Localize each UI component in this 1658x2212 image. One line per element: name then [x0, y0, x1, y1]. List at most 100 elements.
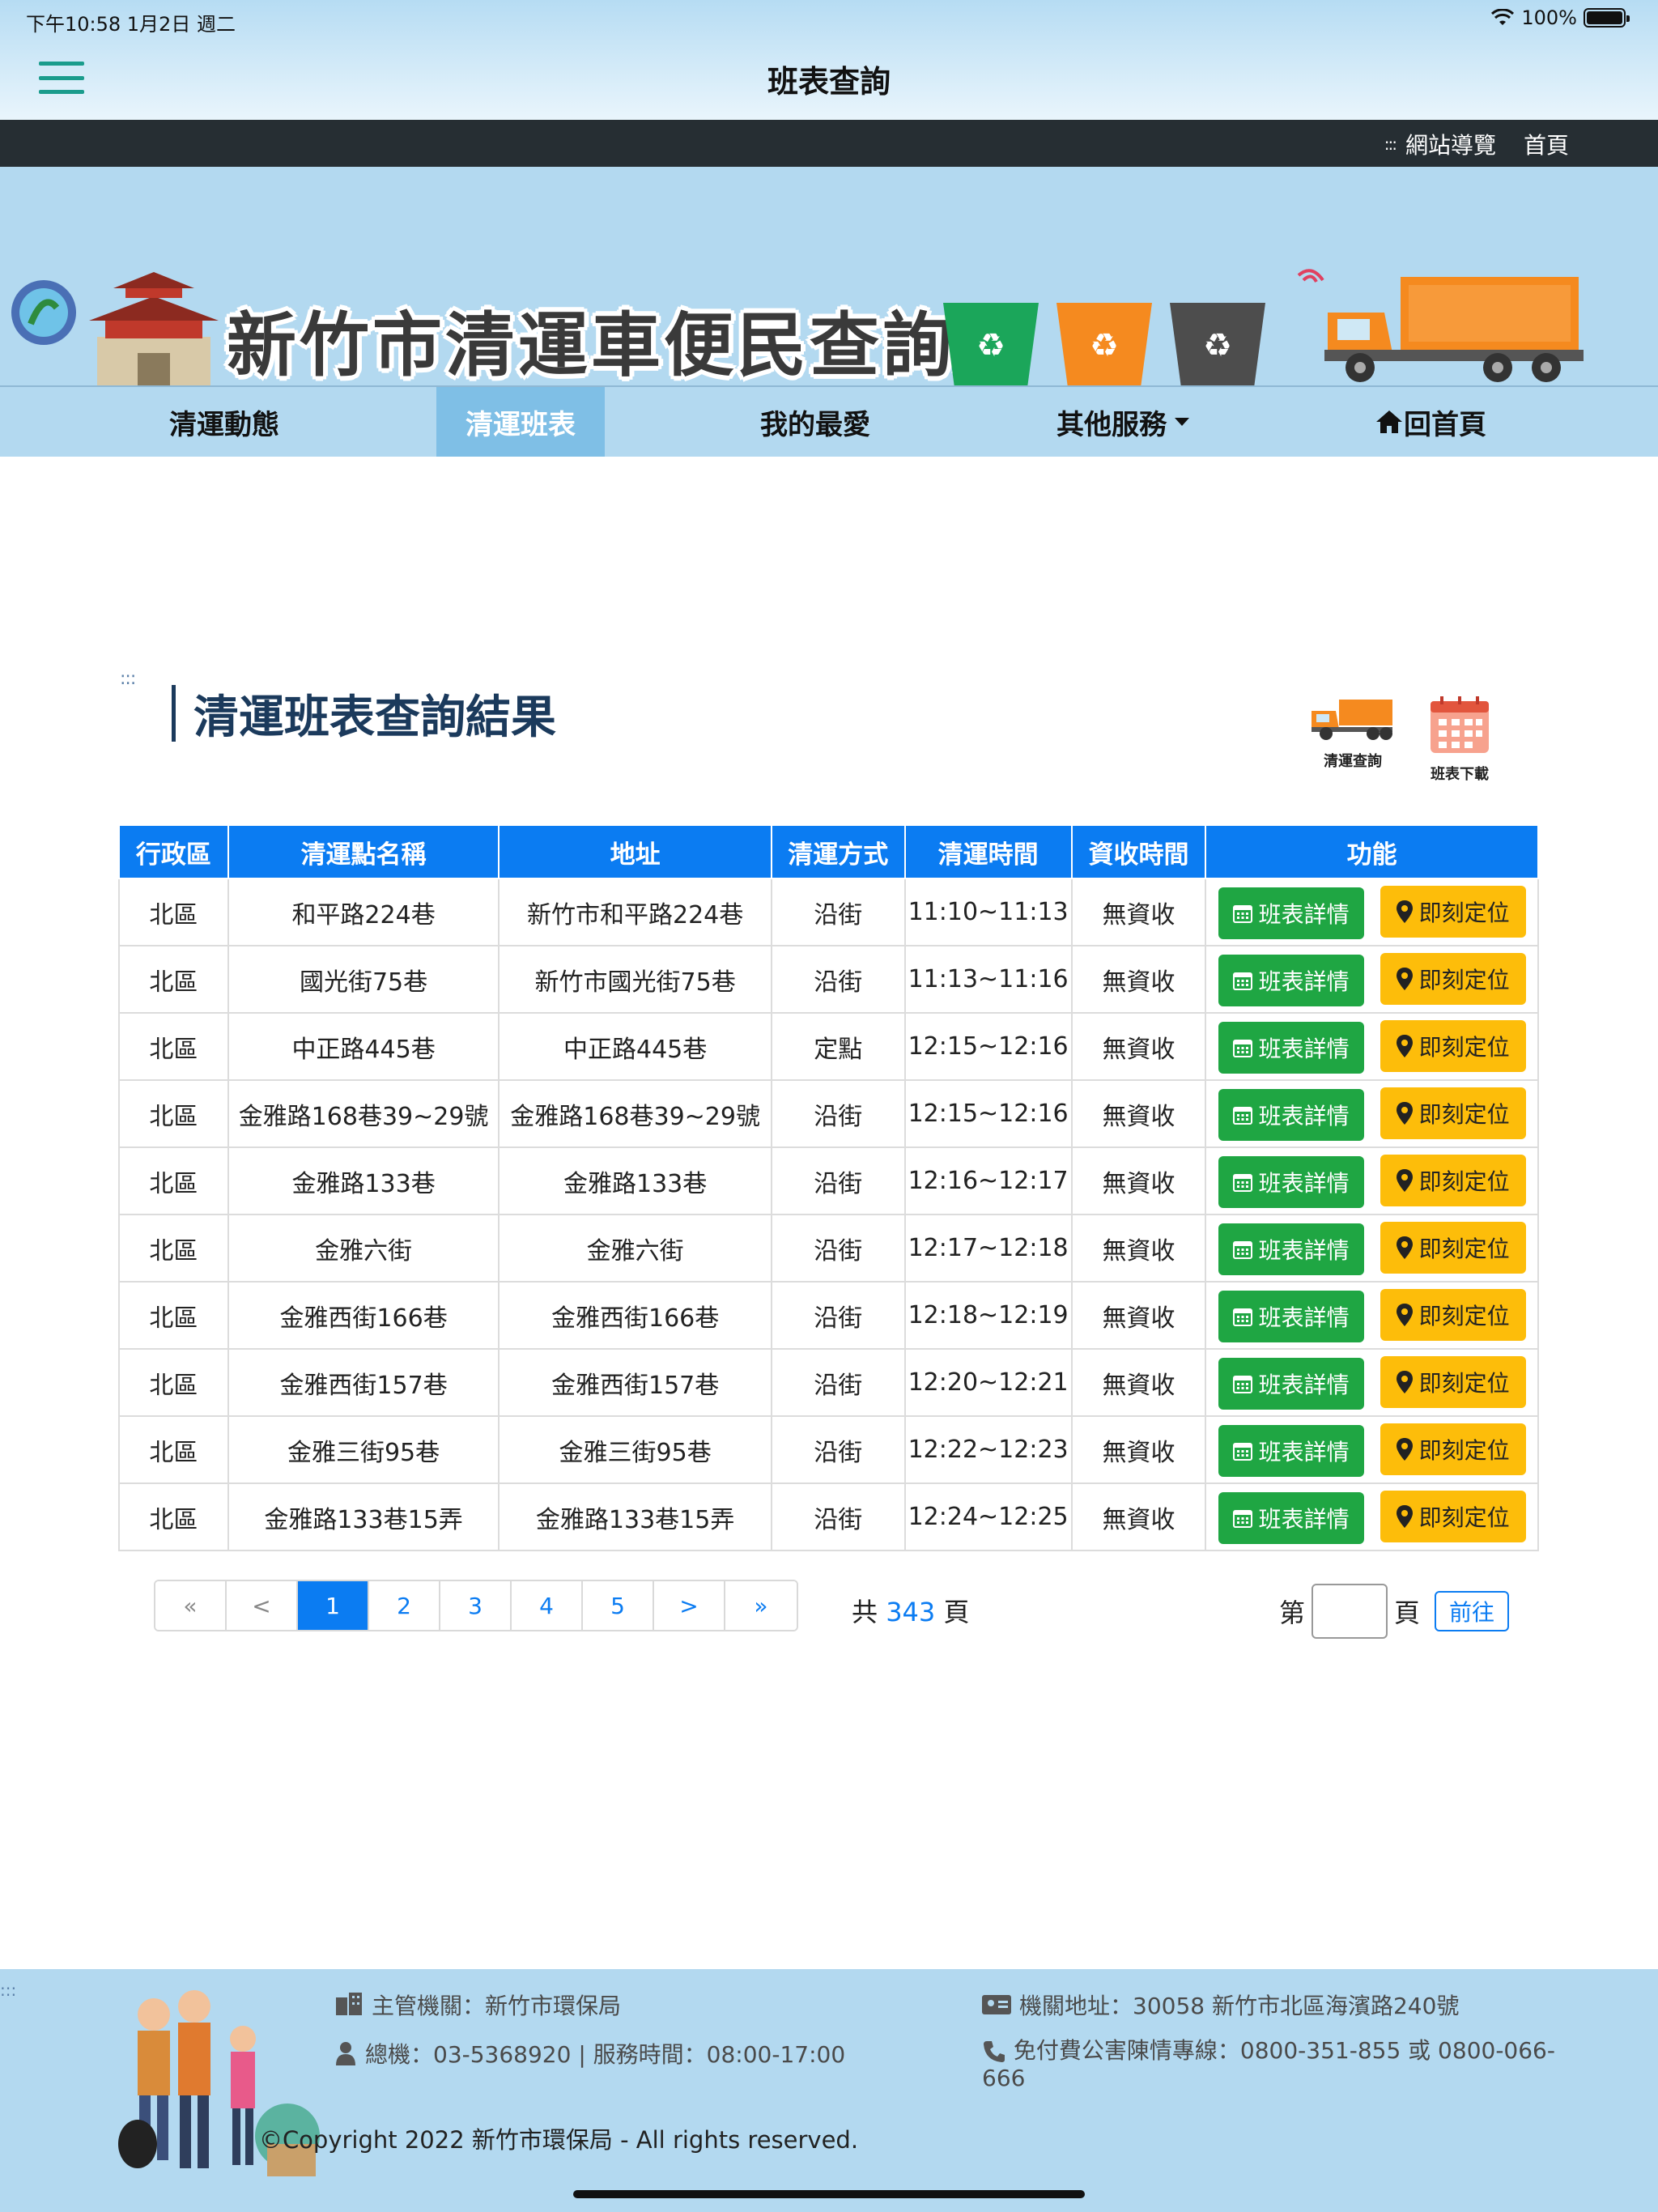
locate-now-button[interactable]: 即刻定位: [1380, 952, 1526, 1005]
home-link[interactable]: 首頁: [1524, 128, 1569, 160]
cell-time: 12:15~12:16: [903, 1012, 1073, 1081]
cell-method: 沿街: [770, 945, 906, 1014]
battery-icon: [1584, 8, 1630, 28]
table-row: 北區 國光街75巷 新竹市國光街75巷 沿街 11:13~11:16 無資收 班表詳情 即刻定…: [118, 945, 1539, 1014]
cell-address: 金雅路168巷39~29號: [498, 1079, 772, 1148]
table-row: 北區 金雅西街166巷 金雅西街166巷 沿街 12:18~12:19 無資收 班表詳情 即刻…: [118, 1281, 1539, 1350]
calendar-grid-icon: [1232, 1375, 1252, 1393]
address-card-icon: [982, 1995, 1011, 2014]
collection-query-button[interactable]: 清運查詢: [1308, 695, 1397, 771]
city-gate-icon: [89, 272, 219, 385]
footer-phone-text: 總機：03-5368920 | 服務時間：08:00-17:00: [365, 2041, 846, 2068]
schedule-detail-button[interactable]: 班表詳情: [1218, 1223, 1364, 1275]
locate-now-button[interactable]: 即刻定位: [1380, 1288, 1526, 1341]
last-page-button[interactable]: »: [725, 1581, 797, 1630]
locate-now-button[interactable]: 即刻定位: [1380, 1490, 1526, 1542]
status-time: 下午10:58 1月2日 週二: [26, 13, 236, 36]
table-row: 北區 金雅西街157巷 金雅西街157巷 沿街 12:20~12:21 無資收 班表詳情 即刻…: [118, 1348, 1539, 1417]
nav-item-other-services-label: 其他服務: [1056, 408, 1167, 441]
footer-dots-icon: :::: [0, 1980, 17, 2000]
recycle-bin-green-icon: ♻: [943, 303, 1039, 385]
cell-point-name: 國光街75巷: [227, 945, 500, 1014]
schedule-detail-button[interactable]: 班表詳情: [1218, 1357, 1364, 1410]
map-marker-icon: [1396, 1437, 1413, 1461]
cell-address: 新竹市國光街75巷: [498, 945, 772, 1014]
locate-now-button[interactable]: 即刻定位: [1380, 1355, 1526, 1408]
phone-icon: [984, 2041, 1005, 2062]
nav-item-schedule[interactable]: 清運班表: [436, 387, 605, 457]
goto-page-input[interactable]: [1312, 1584, 1388, 1639]
schedule-detail-button[interactable]: 班表詳情: [1218, 1155, 1364, 1208]
locate-now-button[interactable]: 即刻定位: [1380, 1154, 1526, 1206]
nav-item-other-services[interactable]: 其他服務: [1012, 387, 1234, 457]
header-point-name: 清運點名稱: [227, 824, 500, 879]
page-5-button[interactable]: 5: [583, 1581, 654, 1630]
footer-hotline: 免付費公害陳情專線：0800-351-855 或 0800-066-666: [982, 2037, 1581, 2092]
schedule-detail-label: 班表詳情: [1258, 1505, 1350, 1533]
footer-agency-text: 主管機關：新竹市環保局: [372, 1993, 622, 2019]
locate-now-label: 即刻定位: [1418, 899, 1510, 926]
cell-actions: 班表詳情 即刻定位: [1205, 1482, 1539, 1551]
nav-item-favorites[interactable]: 我的最愛: [704, 387, 926, 457]
locate-now-button[interactable]: 即刻定位: [1380, 1087, 1526, 1139]
goto-suffix: 頁: [1394, 1597, 1421, 1628]
schedule-download-button[interactable]: 班表下載: [1415, 695, 1504, 784]
cell-recycle-time: 無資收: [1070, 1214, 1207, 1283]
schedule-detail-button[interactable]: 班表詳情: [1218, 1088, 1364, 1141]
schedule-detail-button[interactable]: 班表詳情: [1218, 887, 1364, 939]
status-bar: 下午10:58 1月2日 週二 100%: [0, 0, 1658, 39]
next-page-button[interactable]: >: [654, 1581, 725, 1630]
schedule-detail-button[interactable]: 班表詳情: [1218, 1491, 1364, 1544]
battery-percent: 100%: [1521, 6, 1577, 29]
banner-title: 新竹市清運車便民查詢網: [227, 305, 1028, 385]
calendar-grid-icon: [1232, 1240, 1252, 1259]
schedule-detail-button[interactable]: 班表詳情: [1218, 1290, 1364, 1342]
cell-district: 北區: [118, 1079, 229, 1148]
schedule-detail-label: 班表詳情: [1258, 968, 1350, 995]
locate-now-label: 即刻定位: [1418, 1436, 1510, 1464]
page-1-button[interactable]: 1: [298, 1581, 369, 1630]
locate-now-button[interactable]: 即刻定位: [1380, 1221, 1526, 1274]
cell-actions: 班表詳情 即刻定位: [1205, 1281, 1539, 1350]
first-page-button[interactable]: «: [155, 1581, 227, 1630]
footer-address-text: 機關地址：30058 新竹市北區海濱路240號: [1019, 1993, 1460, 2019]
locate-now-label: 即刻定位: [1418, 966, 1510, 993]
cell-recycle-time: 無資收: [1070, 1348, 1207, 1417]
cell-address: 新竹市和平路224巷: [498, 878, 772, 946]
calendar-grid-icon: [1232, 1106, 1252, 1125]
table-header-row: 行政區 清運點名稱 地址 清運方式 清運時間 資收時間 功能: [118, 824, 1539, 879]
goto-button[interactable]: 前往: [1435, 1591, 1510, 1631]
nav-item-home[interactable]: 回首頁: [1320, 387, 1541, 457]
footer-phone: 總機：03-5368920 | 服務時間：08:00-17:00: [334, 2037, 845, 2069]
page-2-button[interactable]: 2: [369, 1581, 440, 1630]
schedule-download-label: 班表下載: [1431, 766, 1489, 783]
cell-point-name: 金雅路168巷39~29號: [227, 1079, 500, 1148]
sitemap-link[interactable]: 網站導覽: [1405, 128, 1496, 160]
cell-actions: 班表詳情 即刻定位: [1205, 945, 1539, 1014]
schedule-detail-button[interactable]: 班表詳情: [1218, 1424, 1364, 1477]
nav-item-live-tracking[interactable]: 清運動態: [113, 387, 335, 457]
cell-method: 沿街: [770, 1415, 906, 1484]
locate-now-button[interactable]: 即刻定位: [1380, 1019, 1526, 1072]
header-time: 清運時間: [903, 824, 1073, 879]
schedule-detail-button[interactable]: 班表詳情: [1218, 954, 1364, 1006]
schedule-detail-label: 班表詳情: [1258, 900, 1350, 928]
cell-address: 金雅西街166巷: [498, 1281, 772, 1350]
cell-time: 12:20~12:21: [903, 1348, 1073, 1417]
home-indicator[interactable]: [573, 2190, 1085, 2198]
map-marker-icon: [1396, 967, 1413, 990]
goto-page: 第 頁 前往: [1279, 1584, 1510, 1639]
cell-point-name: 和平路224巷: [227, 878, 500, 946]
page-4-button[interactable]: 4: [512, 1581, 583, 1630]
cell-address: 金雅路133巷15弄: [498, 1482, 772, 1551]
locate-now-label: 即刻定位: [1418, 1369, 1510, 1397]
prev-page-button[interactable]: <: [227, 1581, 298, 1630]
locate-now-button[interactable]: 即刻定位: [1380, 885, 1526, 938]
page-3-button[interactable]: 3: [440, 1581, 512, 1630]
schedule-table: 行政區 清運點名稱 地址 清運方式 清運時間 資收時間 功能 北區 和平路224巷…: [118, 824, 1539, 1551]
schedule-detail-button[interactable]: 班表詳情: [1218, 1021, 1364, 1074]
cell-recycle-time: 無資收: [1070, 945, 1207, 1014]
locate-now-label: 即刻定位: [1418, 1100, 1510, 1128]
cell-point-name: 金雅西街157巷: [227, 1348, 500, 1417]
locate-now-button[interactable]: 即刻定位: [1380, 1423, 1526, 1475]
